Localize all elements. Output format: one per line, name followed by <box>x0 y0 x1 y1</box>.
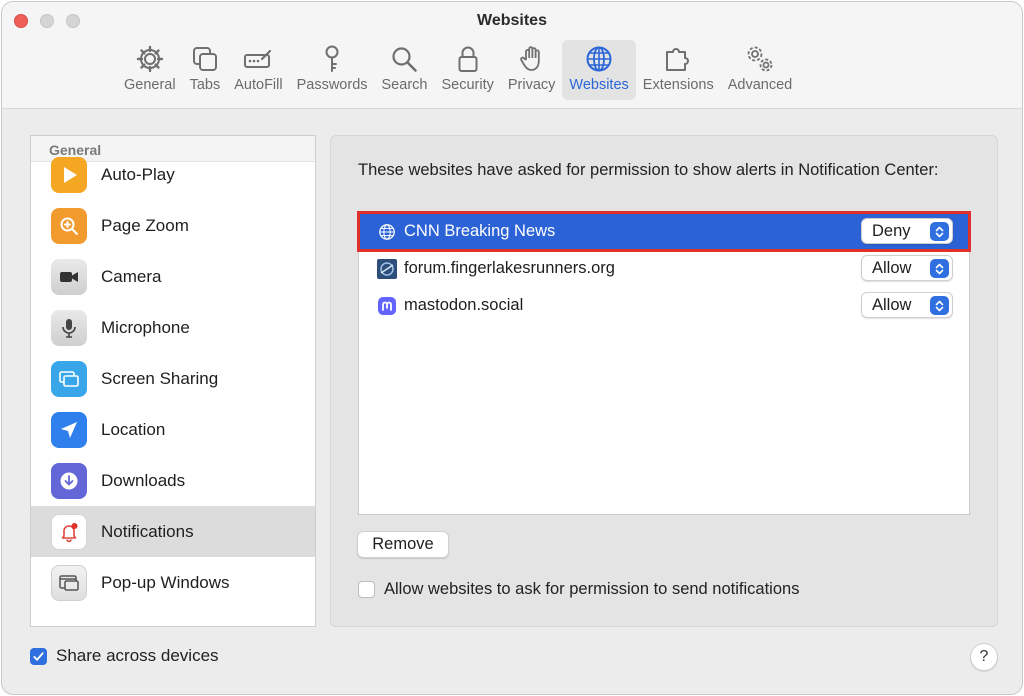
panel-description: These websites have asked for permission… <box>358 161 939 179</box>
bell-icon <box>51 513 87 550</box>
sidebar-item-label: Microphone <box>101 317 190 337</box>
permission-select[interactable]: Allow <box>861 292 953 318</box>
hand-icon <box>519 46 540 71</box>
sidebar-item-pop-up-windows[interactable]: Pop-up Windows <box>31 557 315 608</box>
tab-label: Passwords <box>296 77 368 93</box>
tab-privacy[interactable]: Privacy <box>501 40 563 100</box>
tab-security[interactable]: Security <box>434 40 500 100</box>
sidebar-item-location[interactable]: Location <box>31 404 315 455</box>
puzzle-icon <box>666 48 690 71</box>
play-icon <box>51 156 87 193</box>
allow-ask-permission-label: Allow websites to ask for permission to … <box>384 580 800 598</box>
sidebar-item-label: Page Zoom <box>101 215 189 235</box>
sidebar-item-page-zoom[interactable]: Page Zoom <box>31 200 315 251</box>
tab-label: AutoFill <box>234 77 283 93</box>
globe-icon <box>586 46 612 72</box>
chevron-up-down-icon <box>930 222 949 241</box>
sidebar-item-auto-play[interactable]: Auto-Play <box>31 149 315 200</box>
globe-icon <box>377 222 397 242</box>
zoom-icon <box>51 207 87 244</box>
permission-select[interactable]: Allow <box>861 255 953 281</box>
tab-tabs[interactable]: Tabs <box>183 40 228 100</box>
remove-button[interactable]: Remove <box>357 531 449 558</box>
share-across-devices-checkbox[interactable] <box>30 647 47 665</box>
sidebar-item-label: Camera <box>101 266 162 286</box>
tab-search[interactable]: Search <box>375 40 435 100</box>
tab-autofill[interactable]: AutoFill <box>227 40 289 100</box>
permission-select[interactable]: Deny <box>861 218 953 244</box>
tab-label: Privacy <box>507 77 556 93</box>
tab-websites[interactable]: Websites <box>562 40 636 100</box>
tab-label: Security <box>441 77 494 93</box>
permission-value: Deny <box>872 221 911 240</box>
sidebar-item-downloads[interactable]: Downloads <box>31 455 315 506</box>
download-icon <box>51 462 87 499</box>
checkmark-icon <box>33 651 44 661</box>
sidebar[interactable]: General Auto-Play Page Zoom Camera Micro… <box>30 135 316 627</box>
tab-label: Tabs <box>189 77 221 93</box>
share-across-devices-row[interactable]: Share across devices <box>30 646 219 666</box>
key-icon <box>325 45 339 72</box>
permission-value: Allow <box>872 258 912 277</box>
location-arrow-icon <box>51 411 87 448</box>
magnifier-icon <box>392 47 418 72</box>
help-button[interactable]: ? <box>970 643 998 671</box>
lock-icon <box>458 46 478 72</box>
microphone-icon <box>51 309 87 346</box>
tab-general[interactable]: General <box>117 40 183 100</box>
autofill-icon <box>244 49 272 68</box>
sidebar-item-microphone[interactable]: Microphone <box>31 302 315 353</box>
screen-sharing-icon <box>51 360 87 397</box>
websites-list[interactable]: CNN Breaking News Deny forum.fingerlakes… <box>357 211 971 515</box>
website-row-cnn[interactable]: CNN Breaking News Deny <box>357 211 971 252</box>
tab-label: Advanced <box>727 77 793 93</box>
tab-label: General <box>124 77 176 93</box>
share-across-devices-label: Share across devices <box>56 646 219 665</box>
tab-label: Extensions <box>642 77 714 93</box>
tabs-icon <box>192 47 217 71</box>
preferences-window: Websites General Tabs AutoFill Passwords… <box>1 1 1023 695</box>
site-favicon-icon <box>377 258 397 279</box>
sidebar-item-label: Notifications <box>101 521 194 541</box>
camera-icon <box>51 258 87 295</box>
sidebar-item-label: Downloads <box>101 470 186 490</box>
sidebar-item-label: Screen Sharing <box>101 368 219 388</box>
toolbar: Websites General Tabs AutoFill Passwords… <box>2 2 1022 109</box>
tab-extensions[interactable]: Extensions <box>636 40 721 100</box>
chevron-up-down-icon <box>930 296 949 315</box>
tab-label: Search <box>381 77 428 93</box>
window-title: Websites <box>477 12 547 29</box>
sidebar-item-label: Location <box>101 419 166 439</box>
sidebar-item-camera[interactable]: Camera <box>31 251 315 302</box>
allow-ask-permission-row[interactable]: Allow websites to ask for permission to … <box>358 580 799 599</box>
gear-icon <box>136 45 163 73</box>
tab-advanced[interactable]: Advanced <box>721 40 800 100</box>
popup-window-icon <box>51 564 87 601</box>
website-row-fingerlakesrunners[interactable]: forum.fingerlakesrunners.org Allow <box>359 250 969 287</box>
tab-passwords[interactable]: Passwords <box>290 40 375 100</box>
allow-ask-permission-checkbox[interactable] <box>358 581 375 598</box>
sidebar-item-screen-sharing[interactable]: Screen Sharing <box>31 353 315 404</box>
notifications-panel: These websites have asked for permission… <box>330 135 998 627</box>
sidebar-item-label: Auto-Play <box>101 164 175 184</box>
mastodon-icon <box>377 296 397 316</box>
sidebar-item-notifications[interactable]: Notifications <box>31 506 315 557</box>
chevron-up-down-icon <box>930 259 949 278</box>
gears-icon <box>747 46 773 72</box>
permission-value: Allow <box>872 295 912 314</box>
tab-label: Websites <box>569 77 629 93</box>
preferences-tabs: General Tabs AutoFill Passwords Search S… <box>117 40 799 100</box>
sidebar-item-label: Pop-up Windows <box>101 572 230 592</box>
website-row-mastodon[interactable]: mastodon.social Allow <box>359 287 969 324</box>
